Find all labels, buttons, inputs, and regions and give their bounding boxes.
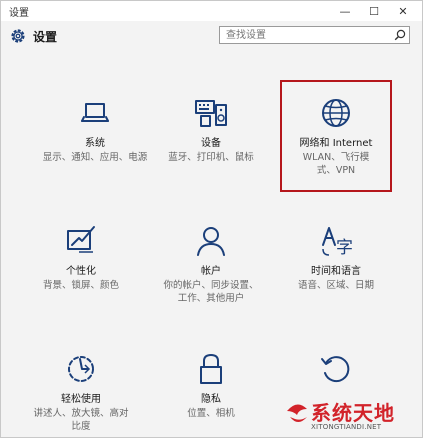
tile-label: 设备 (201, 138, 221, 149)
tile-description: 你的帐户、同步设置、工作、其他用户 (163, 280, 259, 304)
person-icon (197, 227, 225, 256)
globe-icon (322, 99, 350, 127)
tile-devices[interactable]: 设备 蓝牙、打印机、鼠标 (151, 95, 271, 164)
tile-label: 隐私 (201, 394, 221, 405)
keyboard-speaker-icon (195, 100, 227, 127)
watermark-title: 系统天地 (311, 401, 395, 425)
page-title: 设置 (33, 30, 58, 44)
watermark-url: XITONGTIANDI.NET (311, 423, 382, 431)
logo-icon (287, 404, 307, 422)
tile-description: WLAN、飞行模式、VPN (302, 152, 370, 176)
language-icon: 字 (322, 227, 353, 258)
search-box[interactable] (219, 26, 410, 44)
minimize-button[interactable]: — (332, 1, 358, 21)
tile-network[interactable]: 网络和 Internet WLAN、飞行模式、VPN (276, 95, 396, 177)
accessibility-icon (68, 356, 94, 382)
tile-privacy[interactable]: 隐私 位置、相机 (151, 351, 271, 420)
tile-label: 系统 (85, 138, 105, 149)
tile-update-security[interactable] (276, 351, 396, 387)
tile-description: 显示、通知、应用、电源 (42, 152, 148, 163)
laptop-icon (81, 103, 109, 122)
tile-time-language[interactable]: 字 时间和语言 语音、区域、日期 (276, 223, 396, 292)
tile-description: 背景、锁屏、颜色 (42, 280, 119, 291)
tile-description: 蓝牙、打印机、鼠标 (168, 152, 254, 163)
search-input[interactable] (220, 27, 394, 43)
tile-label: 时间和语言 (311, 266, 361, 277)
paint-icon (67, 226, 95, 253)
tile-label: 轻松使用 (61, 394, 101, 405)
tile-label: 网络和 Internet (299, 138, 373, 149)
update-icon (321, 356, 350, 383)
tile-description: 语音、区域、日期 (297, 280, 374, 291)
tile-accounts[interactable]: 帐户 你的帐户、同步设置、工作、其他用户 (151, 223, 271, 305)
tile-system[interactable]: 系统 显示、通知、应用、电源 (35, 95, 155, 164)
tile-label: 个性化 (66, 266, 96, 277)
tile-ease-of-access[interactable]: 轻松使用 讲述人、放大镜、高对比度 (21, 351, 141, 433)
search-icon[interactable] (394, 29, 406, 41)
lock-icon (200, 354, 222, 384)
maximize-button[interactable]: ☐ (361, 1, 387, 21)
gear-icon (11, 29, 25, 43)
tile-description: 讲述人、放大镜、高对比度 (33, 408, 129, 432)
svg-text:字: 字 (336, 238, 353, 258)
close-button[interactable]: ✕ (390, 1, 416, 21)
tile-description: 位置、相机 (187, 408, 235, 419)
window-title: 设置 (9, 8, 29, 19)
tile-personalization[interactable]: 个性化 背景、锁屏、颜色 (21, 223, 141, 292)
site-watermark: 系统天地 XITONGTIANDI.NET (285, 397, 423, 439)
title-bar[interactable]: 设置 — ☐ ✕ (1, 1, 422, 21)
tile-label: 帐户 (201, 266, 221, 277)
settings-window: 设置 — ☐ ✕ 设置 系统 显示、通知、应用、电源 (0, 0, 423, 438)
